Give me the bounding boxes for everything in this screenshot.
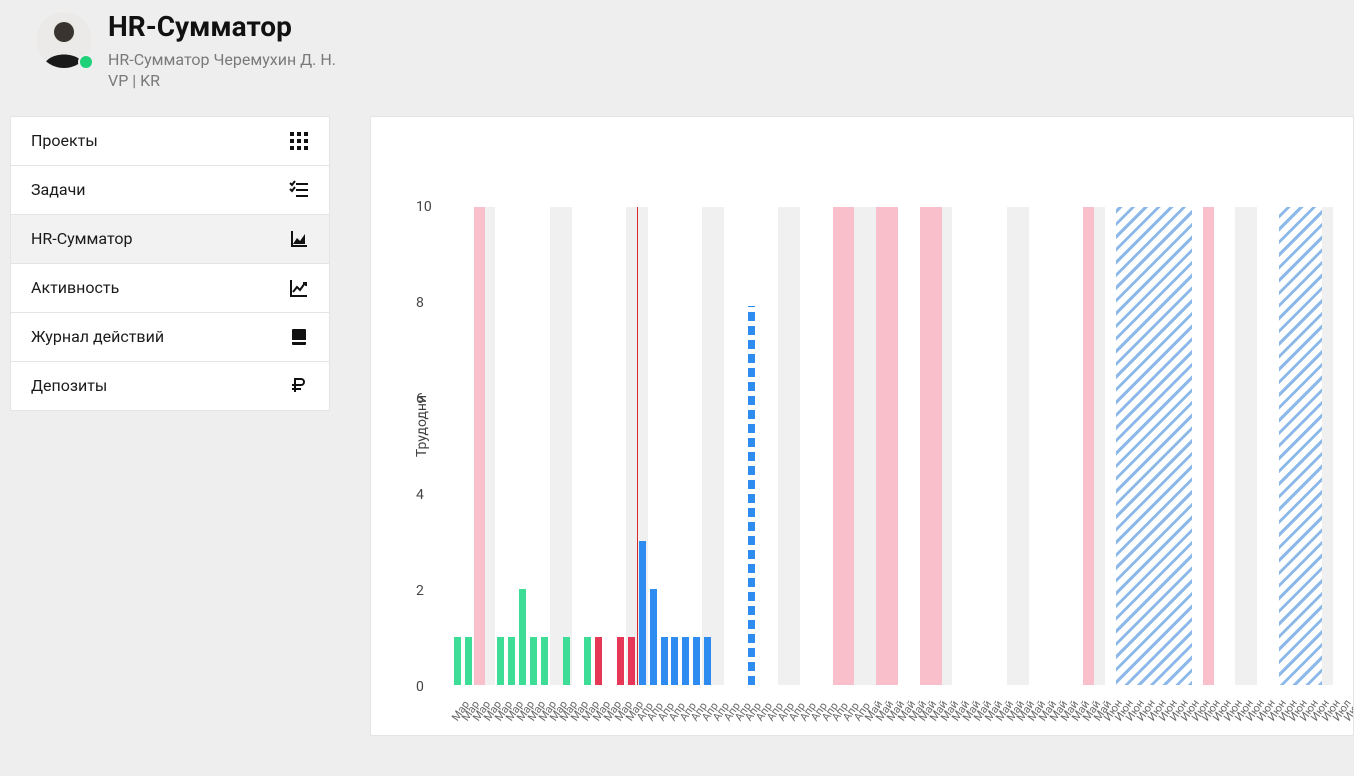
y-tick: 0 [416, 679, 424, 695]
ruble-icon [289, 376, 309, 396]
bar-red [595, 637, 602, 685]
weekend-band [485, 207, 496, 685]
area-chart-icon [289, 229, 309, 249]
holiday-band [1083, 207, 1094, 685]
bar-blue [693, 637, 700, 685]
holiday-band [833, 207, 844, 685]
weekend-band [854, 207, 865, 685]
bar-green [530, 637, 537, 685]
y-tick: 10 [416, 199, 432, 215]
today-marker [637, 207, 638, 685]
weekend-band [942, 207, 953, 685]
page-header: HR-Сумматор HR-Сумматор Черемухин Д. Н. … [0, 0, 1354, 92]
bar-blue [671, 637, 678, 685]
holiday-band [474, 207, 485, 685]
holiday-band [920, 207, 931, 685]
bar-red [617, 637, 624, 685]
avatar [36, 12, 92, 68]
bar-green [497, 637, 504, 685]
weekend-band [789, 207, 800, 685]
sidebar-item-3[interactable]: Активность [11, 264, 329, 313]
sidebar-item-0[interactable]: Проекты [11, 117, 329, 166]
weekend-band [865, 207, 876, 685]
status-dot-online [78, 54, 94, 70]
planned-band [1116, 207, 1192, 685]
holiday-band [1203, 207, 1214, 685]
book-icon [289, 327, 309, 347]
y-tick: 6 [416, 391, 424, 407]
bar-blue [639, 541, 646, 685]
sidebar-item-label: Активность [31, 278, 119, 297]
holiday-band [844, 207, 855, 685]
weekend-band [1094, 207, 1105, 685]
checklist-icon [289, 180, 309, 200]
holiday-band [887, 207, 898, 685]
sidebar-item-4[interactable]: Журнал действий [11, 313, 329, 362]
weekend-band [1322, 207, 1333, 685]
bar-blue [650, 589, 657, 685]
sidebar-item-1[interactable]: Задачи [11, 166, 329, 215]
weekend-band [550, 207, 561, 685]
sidebar-item-5[interactable]: Депозиты [11, 362, 329, 410]
sidebar-item-label: Депозиты [31, 376, 107, 395]
holiday-band [931, 207, 942, 685]
holiday-band [876, 207, 887, 685]
weekend-band [702, 207, 713, 685]
x-axis-ticks: МарМарМарМарМарМарМарМарМарМарМарМарМарМ… [441, 689, 1353, 729]
bar-green [519, 589, 526, 685]
sidebar-item-label: Проекты [31, 131, 98, 150]
bar-blue [661, 637, 668, 685]
chart-panel: Трудодни 0246810 МарМарМарМарМарМарМарМа… [370, 116, 1354, 736]
weekend-band [713, 207, 724, 685]
weekend-band [1018, 207, 1029, 685]
sidebar-item-label: Задачи [31, 180, 86, 199]
planned-band [1279, 207, 1323, 685]
sidebar-item-label: Журнал действий [31, 327, 164, 346]
y-tick: 8 [416, 295, 424, 311]
bar-green [508, 637, 515, 685]
bar-red [628, 637, 635, 685]
bar-blue [704, 637, 711, 685]
y-tick: 4 [416, 487, 424, 503]
bar-green [465, 637, 472, 685]
weekend-band [1235, 207, 1246, 685]
subtitle-line-2: VP | KR [108, 70, 336, 92]
line-chart-icon [289, 278, 309, 298]
weekend-band [778, 207, 789, 685]
weekend-band [626, 207, 637, 685]
weekend-band [1246, 207, 1257, 685]
chart-plot-area [441, 207, 1353, 685]
bar-green [584, 637, 591, 685]
y-tick: 2 [416, 583, 424, 599]
sidebar-item-2[interactable]: HR-Сумматор [11, 215, 329, 264]
weekend-band [561, 207, 572, 685]
bar-blue_dashed [748, 306, 755, 685]
sidebar-item-label: HR-Сумматор [31, 229, 132, 248]
bar-green [454, 637, 461, 685]
sidebar: Проекты Задачи HR-Сумматор Активность Журнал… [10, 116, 330, 411]
page-title: HR-Сумматор [108, 12, 336, 43]
bar-blue [682, 637, 689, 685]
grid-icon [289, 131, 309, 151]
bar-green [563, 637, 570, 685]
subtitle-line-1: HR-Сумматор Черемухин Д. Н. [108, 49, 336, 71]
bar-green [541, 637, 548, 685]
weekend-band [1007, 207, 1018, 685]
title-block: HR-Сумматор HR-Сумматор Черемухин Д. Н. … [108, 12, 336, 92]
